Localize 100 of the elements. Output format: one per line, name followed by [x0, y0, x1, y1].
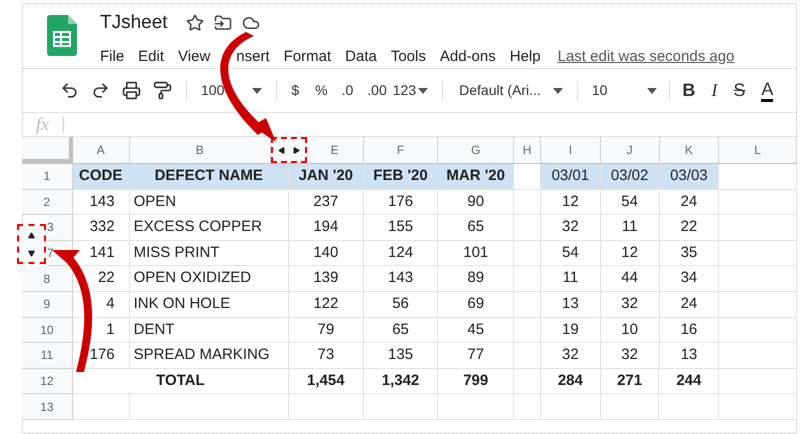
row-header[interactable]: 12 [22, 368, 73, 394]
column-header[interactable]: F [364, 137, 438, 163]
row-header[interactable]: 8 [22, 266, 73, 292]
empty-cell [514, 394, 541, 420]
table-cell: 73 [289, 343, 364, 369]
table-cell: OPEN [130, 190, 289, 216]
table-cell: 03/03 [659, 164, 720, 190]
table-cell: 271 [600, 368, 660, 394]
menu-item[interactable]: File [100, 46, 124, 68]
redo-icon[interactable] [91, 81, 110, 100]
table-cell: 1,342 [364, 368, 438, 394]
table-cell: JAN '20 [288, 164, 364, 190]
table-cell: 54 [600, 190, 660, 216]
table-cell: EXCESS COPPER [130, 215, 289, 241]
column-header[interactable]: K [660, 137, 720, 163]
table-cell: 44 [600, 266, 660, 292]
table-cell: 03/01 [540, 164, 601, 190]
italic-button[interactable]: I [711, 77, 718, 104]
column-header[interactable]: A [72, 137, 130, 163]
caret-icon [252, 88, 262, 94]
paint-format-icon[interactable] [153, 81, 172, 100]
empty-cell [514, 240, 541, 266]
column-header[interactable]: E [306, 137, 364, 163]
menu-item[interactable]: Tools [390, 46, 426, 68]
table-cell: MAR '20 [438, 164, 514, 190]
empty-cell [514, 292, 541, 318]
caret-icon [552, 88, 563, 94]
table-cell: 16 [660, 318, 720, 344]
hidden-columns-toggle[interactable] [271, 137, 307, 163]
table-cell: 11 [541, 266, 601, 292]
table-cell: 35 [660, 240, 720, 266]
table-cell: 12 [541, 190, 601, 216]
left-arrow-icon [278, 146, 284, 154]
table-cell: 143 [364, 266, 438, 292]
menu-item[interactable]: Add-ons [440, 46, 496, 68]
column-header[interactable]: G [438, 137, 514, 163]
table-cell: 24 [660, 292, 720, 318]
column-header[interactable]: J [600, 137, 660, 163]
row-header[interactable]: 2 [22, 190, 73, 216]
menu-item[interactable]: Edit [138, 46, 164, 68]
table-cell: 139 [289, 266, 364, 292]
table-cell: OPEN OXIDIZED [130, 266, 289, 292]
move-folder-icon[interactable] [214, 14, 232, 32]
table-cell: FEB '20 [364, 164, 438, 190]
table-cell: 22 [660, 215, 720, 241]
document-title[interactable]: TJsheet [100, 9, 168, 38]
table-cell: 32 [600, 292, 660, 318]
table-cell: 244 [659, 368, 720, 394]
menu-item[interactable]: Format [284, 46, 332, 68]
increase-decimals-button[interactable]: .00 [367, 80, 387, 101]
font-dropdown[interactable]: Default (Ari... [459, 80, 563, 101]
row-header[interactable]: 10 [22, 318, 73, 344]
table-cell: 155 [364, 215, 438, 241]
table-cell: 77 [438, 343, 514, 369]
menu-item[interactable]: Data [345, 46, 377, 68]
star-icon[interactable] [186, 14, 204, 32]
row-header[interactable]: 3 [47, 215, 73, 241]
menu-item[interactable]: View [178, 46, 210, 68]
last-edit-link[interactable]: Last edit was seconds ago [558, 46, 734, 68]
zoom-dropdown[interactable]: 100 [201, 80, 262, 101]
table-cell: 284 [540, 368, 601, 394]
bold-button[interactable]: B [682, 77, 696, 104]
table-cell: 03/02 [600, 164, 660, 190]
menu-item[interactable]: Help [510, 46, 541, 68]
hidden-rows-toggle[interactable] [17, 224, 46, 264]
table-cell: DENT [130, 318, 289, 344]
currency-button[interactable]: $ [291, 80, 300, 101]
caret-icon [647, 88, 658, 94]
column-header[interactable]: L [719, 137, 797, 163]
print-icon[interactable] [122, 81, 141, 100]
font-size-dropdown[interactable]: 10 [592, 80, 658, 101]
table-cell: 140 [289, 240, 364, 266]
strikethrough-button[interactable]: S [733, 77, 746, 104]
table-cell: INK ON HOLE [130, 292, 289, 318]
spreadsheet-logo[interactable] [47, 15, 77, 56]
row-header[interactable]: 1 [22, 164, 73, 190]
table-cell: 101 [438, 240, 514, 266]
percent-button[interactable]: % [315, 80, 328, 101]
table-cell: 176 [364, 190, 438, 216]
table-cell: 45 [438, 318, 514, 344]
table-cell: 799 [438, 368, 514, 394]
number-format-dropdown[interactable]: 123 [392, 80, 428, 101]
decrease-decimals-button[interactable]: .0 [342, 80, 354, 101]
table-cell: 237 [289, 190, 364, 216]
table-cell: CODE [72, 164, 130, 190]
table-cell: 1,454 [288, 368, 364, 394]
table-cell: 13 [660, 343, 720, 369]
row-header[interactable]: 11 [22, 343, 73, 369]
table-cell: 143 [72, 190, 130, 216]
table-cell: 12 [600, 240, 660, 266]
table-cell: 194 [289, 215, 364, 241]
menu-item[interactable]: nsert [236, 46, 270, 68]
undo-icon[interactable] [60, 81, 79, 100]
text-color-button[interactable]: A [761, 79, 774, 102]
table-cell: 122 [289, 292, 364, 318]
table-cell: 32 [600, 343, 660, 369]
column-header[interactable]: H [514, 137, 541, 163]
row-header[interactable]: 13 [22, 394, 73, 420]
column-header[interactable]: I [540, 137, 601, 163]
row-header[interactable]: 9 [22, 292, 73, 318]
